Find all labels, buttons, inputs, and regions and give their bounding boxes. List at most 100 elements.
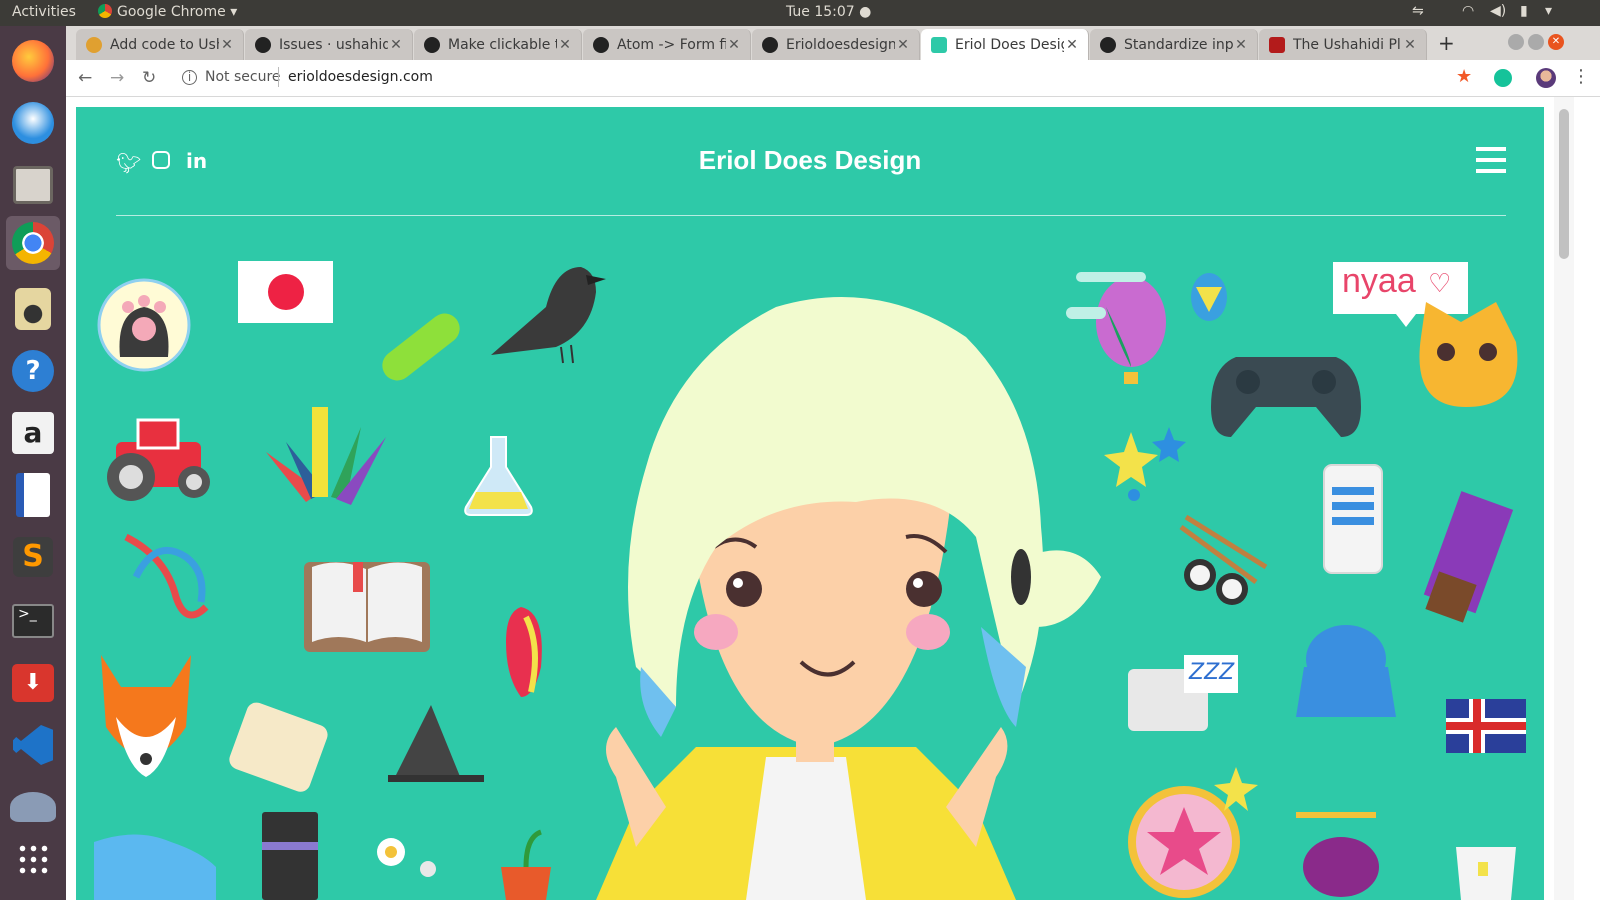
grammarly-icon[interactable]	[1494, 69, 1512, 87]
show-apps-button[interactable]	[6, 832, 60, 886]
clock[interactable]: Tue 15:07 ●	[786, 4, 871, 20]
tea-cup-icon	[1456, 847, 1516, 900]
tab-7[interactable]: The Ushahidi Pl ✕	[1259, 29, 1427, 60]
thunderbird-icon	[12, 102, 54, 144]
dock-amazon[interactable]: a	[6, 406, 60, 460]
zzz-text: ZZZ	[1189, 660, 1235, 685]
dock-terminal[interactable]: >_	[6, 594, 60, 648]
forward-arrow-icon[interactable]: →	[110, 68, 124, 88]
volume-icon[interactable]: ◀)	[1490, 3, 1506, 19]
tab-5-active[interactable]: Eriol Does Desig ✕	[921, 29, 1089, 60]
amazon-icon: a	[12, 412, 54, 454]
tab-label: Eriol Does Desig	[955, 36, 1064, 53]
vscode-icon	[13, 725, 53, 765]
dock-thunderbird[interactable]	[6, 96, 60, 150]
new-tab-button[interactable]: +	[1438, 31, 1455, 55]
dock-sublime[interactable]: S	[6, 530, 60, 584]
tab-label: Standardize inp	[1124, 36, 1233, 53]
tab-3[interactable]: Atom -> Form fi ✕	[583, 29, 751, 60]
tab-label: Add code to Ush	[110, 36, 219, 53]
system-menu-chevron-icon[interactable]: ▾	[1545, 3, 1552, 19]
profile-avatar[interactable]	[1536, 68, 1556, 88]
page-viewport: 🐦︎ in Eriol Does Design nyaa ♡ ZZZ	[66, 97, 1600, 900]
witch-hat-icon	[388, 705, 484, 782]
minimize-icon[interactable]	[1508, 34, 1524, 50]
maximize-icon[interactable]	[1528, 34, 1544, 50]
small-balloon-icon	[1191, 273, 1227, 321]
scrollbar-thumb[interactable]	[1559, 109, 1569, 259]
crow-icon	[491, 267, 606, 364]
close-icon[interactable]: ✕	[388, 37, 404, 53]
close-icon[interactable]: ✕	[1402, 37, 1418, 53]
info-icon[interactable]: i	[182, 70, 197, 85]
tab-2[interactable]: Make clickable t ✕	[414, 29, 582, 60]
mustache-icon	[10, 792, 56, 822]
dock-rhythmbox[interactable]	[6, 282, 60, 336]
close-icon[interactable]: ✕	[1064, 37, 1080, 53]
clock-label: Tue 15:07	[786, 4, 855, 20]
close-icon[interactable]: ✕	[219, 37, 235, 53]
activities-button[interactable]: Activities	[12, 4, 76, 20]
wifi-icon[interactable]: ◠	[1462, 3, 1474, 19]
game-controller-icon	[1211, 357, 1361, 437]
fox-icon	[101, 655, 191, 777]
open-book-icon	[304, 562, 430, 652]
system-top-bar: Activities Google Chrome ▾ Tue 15:07 ● ⇋…	[0, 0, 1600, 26]
dock-firefox[interactable]	[6, 34, 60, 88]
chrome-icon	[98, 4, 112, 18]
terminal-icon: >_	[12, 604, 54, 638]
chevron-down-icon: ▾	[230, 4, 238, 20]
network-icon[interactable]: ⇋	[1412, 3, 1424, 19]
hero-section: 🐦︎ in Eriol Does Design nyaa ♡ ZZZ	[76, 107, 1544, 900]
github-icon	[424, 36, 440, 53]
sandwich-icon	[229, 702, 328, 792]
japan-flag-icon	[238, 261, 333, 323]
close-icon[interactable]: ✕	[895, 37, 911, 53]
close-icon[interactable]: ✕	[1233, 37, 1249, 53]
back-arrow-icon[interactable]: ←	[78, 68, 92, 88]
dock-files[interactable]	[6, 158, 60, 212]
dock-mustache[interactable]	[6, 780, 60, 834]
page-scrollbar[interactable]	[1554, 97, 1574, 900]
app-menu-label: Google Chrome	[117, 4, 226, 20]
dock-chrome[interactable]	[6, 216, 60, 270]
security-label[interactable]: Not secure	[205, 69, 281, 85]
site-favicon-icon	[931, 36, 947, 53]
bookmark-star-icon[interactable]: ★	[1456, 66, 1472, 87]
iceland-flag-icon	[1446, 699, 1526, 753]
chrome-icon	[12, 222, 54, 264]
tab-4[interactable]: Erioldoesdesign ✕	[752, 29, 920, 60]
dock-vscode[interactable]	[6, 718, 60, 772]
firefox-icon	[12, 40, 54, 82]
brooch-icon	[1128, 767, 1258, 898]
sneaker-icon	[94, 834, 216, 900]
battery-icon[interactable]: ▮	[1520, 3, 1528, 19]
ushahidi-platform-icon	[1269, 36, 1285, 53]
files-icon	[13, 166, 53, 204]
tab-0[interactable]: Add code to Ush ✕	[76, 29, 244, 60]
close-icon[interactable]: ✕	[726, 37, 742, 53]
dock-installer[interactable]: ⬇	[6, 656, 60, 710]
app-menu[interactable]: Google Chrome ▾	[98, 4, 237, 20]
reload-icon[interactable]: ↻	[142, 68, 156, 88]
address-url[interactable]: erioldoesdesign.com	[288, 69, 433, 85]
tab-strip: Add code to Ush ✕ Issues · ushahid ✕ Make …	[66, 26, 1600, 60]
github-icon	[593, 36, 609, 53]
tab-1[interactable]: Issues · ushahid ✕	[245, 29, 413, 60]
menu-dots-icon[interactable]: ⋮	[1572, 66, 1590, 87]
notification-dot-icon: ●	[859, 4, 872, 20]
tab-6[interactable]: Standardize inp ✕	[1090, 29, 1258, 60]
heart-icon: ♡	[1428, 269, 1452, 299]
document-icon	[16, 473, 50, 517]
character-illustration	[596, 297, 1101, 900]
github-icon	[255, 36, 271, 53]
grid-icon	[17, 843, 49, 875]
dock-writer[interactable]	[6, 468, 60, 522]
window-close-icon[interactable]: ✕	[1548, 34, 1564, 50]
close-icon[interactable]: ✕	[557, 37, 573, 53]
hero-illustration	[94, 261, 1526, 900]
crayons-icon	[266, 407, 386, 505]
browser-toolbar: ← → ↻ i Not secure erioldoesdesign.com ★…	[66, 60, 1600, 97]
speaker-icon	[15, 288, 51, 330]
dock-help[interactable]: ?	[6, 344, 60, 398]
